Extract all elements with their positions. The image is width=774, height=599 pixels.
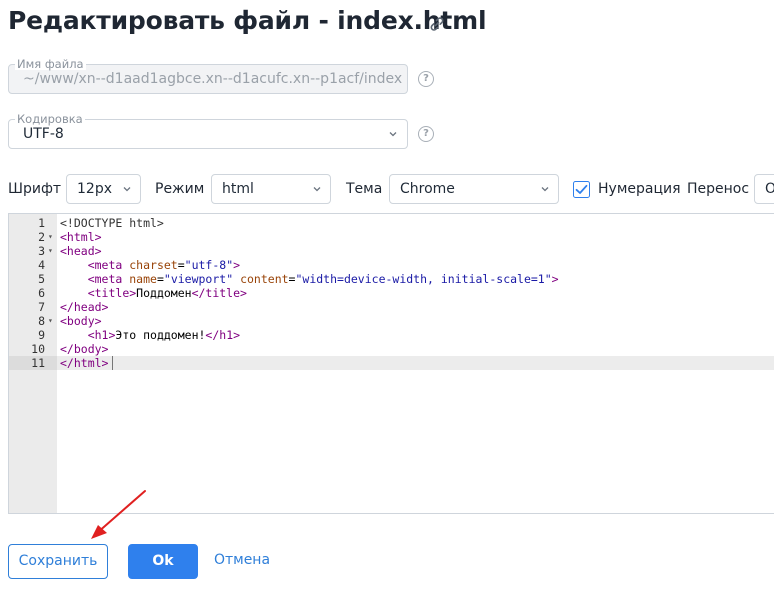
chevron-down-icon: [313, 187, 321, 192]
save-button[interactable]: Сохранить: [8, 544, 108, 579]
code-token: <head>: [60, 244, 102, 258]
code-line[interactable]: 3 ▾ <head>: [9, 244, 774, 258]
code-line[interactable]: 11 </html>: [9, 356, 774, 370]
code-token: name: [129, 272, 157, 286]
code-line[interactable]: 8 ▾ <body>: [9, 314, 774, 328]
filename-label: Имя файла: [15, 57, 86, 71]
wrap-select[interactable]: О: [754, 174, 774, 204]
code-line[interactable]: 10 </body>: [9, 342, 774, 356]
code-token: <body>: [60, 314, 102, 328]
code-text: </html>: [60, 356, 108, 370]
theme-value: Chrome: [400, 181, 455, 197]
annotation-arrow-icon: [91, 490, 146, 539]
line-number: 8: [38, 314, 45, 328]
line-number: 10: [31, 342, 45, 356]
code-token: <!DOCTYPE html>: [60, 216, 164, 230]
link-icon[interactable]: [427, 14, 447, 34]
line-number: 7: [38, 300, 45, 314]
line-number: 2: [38, 230, 45, 244]
code-token: =: [177, 258, 185, 272]
numbering-checkbox[interactable]: [573, 181, 590, 198]
numbering-label: Нумерация: [598, 181, 681, 197]
code-token: =: [156, 272, 164, 286]
line-number: 4: [38, 258, 45, 272]
code-area[interactable]: 1 <!DOCTYPE html> 2 ▾ <html> 3 ▾ <head> 4 <meta …: [9, 216, 774, 370]
code-token: </body>: [60, 342, 109, 356]
code-token: <meta: [87, 258, 130, 272]
line-number: 3: [38, 244, 45, 258]
mode-select[interactable]: html: [211, 174, 331, 204]
font-label: Шрифт: [8, 181, 62, 197]
code-text: <head>: [60, 244, 102, 258]
chevron-down-icon: [541, 187, 549, 192]
code-token: <h1>: [87, 328, 116, 342]
code-token: >: [551, 272, 559, 286]
code-text: </head>: [60, 300, 108, 314]
code-line[interactable]: 2 ▾ <html>: [9, 230, 774, 244]
code-line[interactable]: 9 <h1>Это поддомен!</h1>: [9, 328, 774, 342]
cancel-button[interactable]: Отмена: [212, 544, 272, 579]
code-token: </head>: [60, 300, 109, 314]
code-text: <meta charset="utf-8">: [60, 258, 240, 272]
ok-button[interactable]: Ok: [128, 544, 198, 579]
code-text: </body>: [60, 342, 108, 356]
code-editor[interactable]: 1 <!DOCTYPE html> 2 ▾ <html> 3 ▾ <head> 4 <meta …: [8, 213, 774, 514]
encoding-value: UTF-8: [23, 126, 64, 142]
line-number: 1: [38, 216, 45, 230]
theme-select[interactable]: Chrome: [389, 174, 559, 204]
code-token: content: [240, 272, 289, 286]
code-token: "utf-8": [184, 258, 234, 272]
code-token: <html>: [60, 230, 102, 244]
code-token: >: [233, 258, 241, 272]
filename-help-icon[interactable]: ?: [418, 71, 434, 87]
code-text: <html>: [60, 230, 102, 244]
chevron-down-icon: [389, 132, 397, 137]
code-line[interactable]: 6 <title>Поддомен</title>: [9, 286, 774, 300]
code-token: charset: [129, 258, 178, 272]
font-size-select[interactable]: 12px: [66, 174, 141, 204]
wrap-value: О: [765, 181, 774, 197]
mode-label: Режим: [155, 181, 205, 197]
filename-value: ~/www/xn--d1aad1agbce.xn--d1acufc.xn--p1…: [23, 71, 403, 87]
encoding-label: Кодировка: [15, 112, 85, 126]
chevron-down-icon: [123, 187, 131, 192]
code-line[interactable]: 4 <meta charset="utf-8">: [9, 258, 774, 272]
font-size-value: 12px: [77, 181, 112, 197]
line-number: 5: [38, 272, 45, 286]
encoding-help-icon[interactable]: ?: [418, 126, 434, 142]
wrap-label: Перенос: [687, 181, 750, 197]
fold-toggle-icon[interactable]: ▾: [48, 244, 53, 258]
code-text: <!DOCTYPE html>: [60, 216, 164, 230]
code-token: </html>: [60, 356, 109, 370]
code-text: <h1>Это поддомен!</h1>: [60, 328, 240, 342]
mode-value: html: [222, 181, 254, 197]
code-token: "viewport": [163, 272, 234, 286]
fold-toggle-icon[interactable]: ▾: [48, 230, 53, 244]
code-token: "width=device-width, initial-scale=1": [295, 272, 552, 286]
code-line[interactable]: 5 <meta name="viewport" content="width=d…: [9, 272, 774, 286]
line-number: 11: [9, 356, 57, 370]
code-text: <title>Поддомен</title>: [60, 286, 247, 300]
code-line[interactable]: 7 </head>: [9, 300, 774, 314]
code-token: </h1>: [205, 328, 241, 342]
code-text: <body>: [60, 314, 102, 328]
line-number: 9: [38, 328, 45, 342]
theme-label: Тема: [346, 181, 383, 197]
code-token: <title>: [87, 286, 137, 300]
code-token: </title>: [191, 286, 247, 300]
code-token: <meta: [87, 272, 130, 286]
code-text: <meta name="viewport" content="width=dev…: [60, 272, 559, 286]
code-token: Поддомен: [136, 286, 192, 300]
code-token: Это поддомен!: [115, 328, 206, 342]
page-title: Редактировать файл - index.html: [8, 6, 487, 35]
fold-toggle-icon[interactable]: ▾: [48, 314, 53, 328]
text-cursor: [112, 356, 113, 370]
code-line[interactable]: 1 <!DOCTYPE html>: [9, 216, 774, 230]
line-number: 6: [38, 286, 45, 300]
